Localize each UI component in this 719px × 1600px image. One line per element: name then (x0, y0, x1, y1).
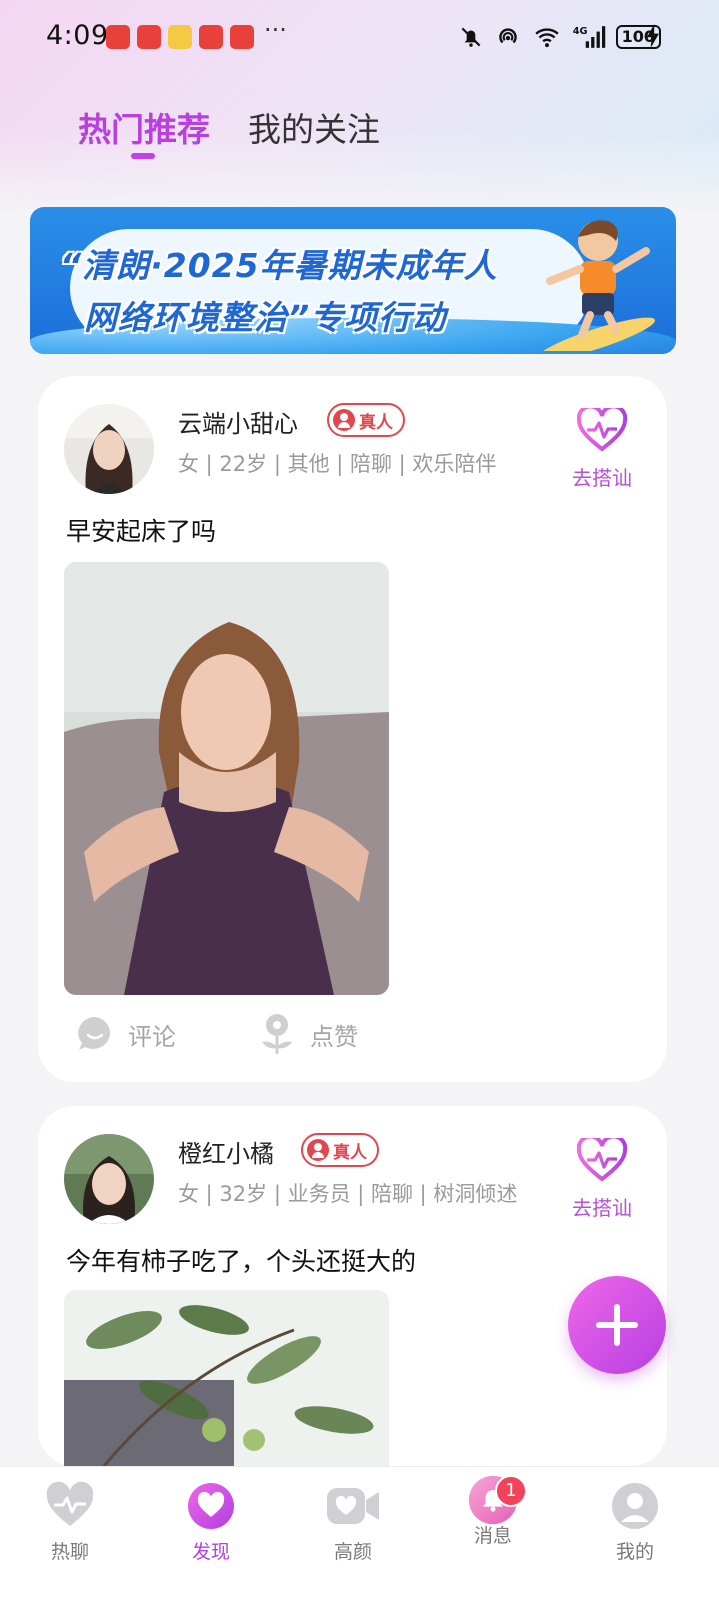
verified-real-label: 真人 (333, 1142, 367, 1163)
heartbeat-icon (46, 1481, 94, 1526)
bottom-navigation: 热聊 发现 高颜 1 消息 我的 (0, 1466, 719, 1600)
post-card: 橙红小橘 真人 女 | 32岁 | 业务员 | 陪聊 | 树洞倾述 去搭讪 今年… (38, 1106, 667, 1466)
charging-icon (647, 24, 659, 48)
status-bar: 4:09 ··· 4G 100 (0, 0, 719, 74)
heart-icon (188, 1483, 234, 1529)
post-actions: 评论 点赞 (76, 1012, 440, 1056)
heartbeat-icon (576, 1134, 628, 1182)
greet-button[interactable]: 去搭讪 (567, 404, 637, 491)
app-notification-icon (106, 25, 130, 49)
status-time: 4:09 (46, 20, 109, 51)
like-label: 点赞 (310, 1022, 358, 1051)
weibo-icon (168, 25, 192, 49)
nav-label: 发现 (191, 1541, 230, 1563)
person-icon (307, 1139, 329, 1161)
active-tab-indicator (131, 153, 155, 159)
avatar[interactable] (64, 404, 154, 494)
surfer-illustration (536, 220, 656, 351)
username[interactable]: 云端小甜心 (178, 404, 298, 439)
post-text: 今年有柿子吃了，个头还挺大的 (66, 1247, 417, 1276)
tab-following[interactable]: 我的关注 (248, 103, 380, 151)
status-icons: 4G 100 (458, 22, 661, 52)
avatar[interactable] (64, 1134, 154, 1224)
verified-real-label: 真人 (359, 412, 393, 433)
more-notifications: ··· (264, 16, 287, 44)
greet-button[interactable]: 去搭讪 (567, 1134, 637, 1221)
nav-label: 我的 (615, 1541, 654, 1563)
nav-label: 高颜 (333, 1541, 372, 1563)
nav-item-messages[interactable]: 1 消息 (443, 1475, 543, 1548)
user-icon (612, 1483, 658, 1529)
post-card: 云端小甜心 真人 女 | 22岁 | 其他 | 陪聊 | 欢乐陪伴 去搭讪 早安… (38, 376, 667, 1082)
like-button[interactable]: 点赞 (258, 1012, 440, 1056)
unread-badge: 1 (495, 1475, 527, 1507)
banner-title-line1: “清朗·2025年暑期未成年人 (60, 246, 498, 285)
comment-icon (78, 1017, 111, 1050)
nav-item-beauty[interactable]: 高颜 (303, 1481, 403, 1564)
heartbeat-icon (576, 404, 628, 452)
flower-icon (262, 1014, 292, 1054)
4g-signal-icon: 4G (572, 26, 605, 48)
nav-item-hot-chat[interactable]: 热聊 (20, 1481, 120, 1564)
comment-label: 评论 (128, 1022, 176, 1051)
verified-real-badge: 真人 (327, 403, 405, 437)
video-icon (327, 1488, 379, 1524)
user-meta: 女 | 32岁 | 业务员 | 陪聊 | 树洞倾述 (178, 1182, 518, 1206)
create-post-button[interactable] (568, 1276, 666, 1374)
nav-label: 消息 (473, 1525, 512, 1547)
greet-label: 去搭讪 (572, 466, 632, 490)
nav-label: 热聊 (50, 1541, 89, 1563)
banner-title-line2: 网络环境整治”专项行动 (84, 298, 447, 337)
wifi-icon (534, 28, 559, 48)
username[interactable]: 橙红小橘 (178, 1134, 274, 1169)
comment-button[interactable]: 评论 (76, 1012, 258, 1056)
verified-real-badge: 真人 (301, 1133, 379, 1167)
app-notification-icon (137, 25, 161, 49)
nav-item-discover[interactable]: 发现 (161, 1481, 261, 1564)
app-notification-icon (199, 25, 223, 49)
post-photo[interactable] (64, 1290, 389, 1466)
mute-icon (461, 27, 481, 47)
campaign-banner[interactable]: “清朗·2025年暑期未成年人 网络环境整治”专项行动 (30, 207, 676, 354)
post-text: 早安起床了吗 (66, 517, 217, 546)
tab-hot-recommend[interactable]: 热门推荐 (78, 103, 210, 151)
feed-tabs: 热门推荐 我的关注 (78, 103, 380, 151)
nav-item-profile[interactable]: 我的 (585, 1481, 685, 1564)
greet-label: 去搭讪 (572, 1196, 632, 1220)
svg-text:4G: 4G (572, 26, 587, 37)
person-icon (333, 409, 355, 431)
app-notification-icon (230, 25, 254, 49)
hotspot-icon (498, 28, 517, 44)
user-meta: 女 | 22岁 | 其他 | 陪聊 | 欢乐陪伴 (178, 452, 497, 476)
post-photo[interactable] (64, 562, 389, 995)
